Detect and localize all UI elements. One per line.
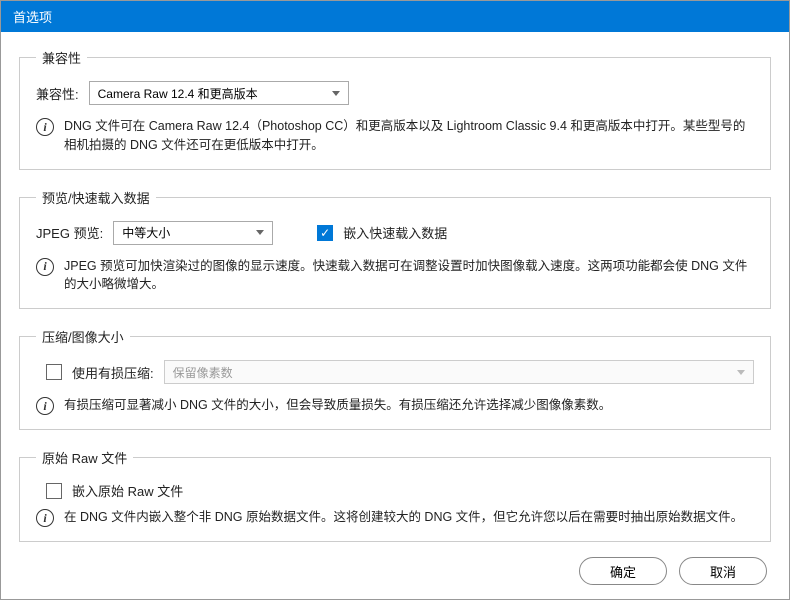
lossy-compression-checkbox[interactable] xyxy=(46,364,62,380)
ok-button[interactable]: 确定 xyxy=(579,557,667,585)
compression-group: 压缩/图像大小 使用有损压缩: 保留像素数 i 有损压缩可显著减小 DNG 文件… xyxy=(19,327,771,430)
pixel-count-value: 保留像素数 xyxy=(173,364,233,381)
compression-info: 有损压缩可显著减小 DNG 文件的大小，但会导致质量损失。有损压缩还允许选择减少… xyxy=(64,396,611,415)
cancel-button[interactable]: 取消 xyxy=(679,557,767,585)
compatibility-group: 兼容性 兼容性: Camera Raw 12.4 和更高版本 i DNG 文件可… xyxy=(19,48,771,170)
embed-raw-label: 嵌入原始 Raw 文件 xyxy=(72,481,183,500)
lossy-compression-label: 使用有损压缩: xyxy=(72,363,154,382)
compatibility-info: DNG 文件可在 Camera Raw 12.4（Photoshop CC）和更… xyxy=(64,117,754,155)
compression-legend: 压缩/图像大小 xyxy=(36,327,130,346)
titlebar: 首选项 xyxy=(1,1,789,32)
info-icon: i xyxy=(36,509,54,527)
raw-legend: 原始 Raw 文件 xyxy=(36,448,133,467)
pixel-count-select: 保留像素数 xyxy=(164,360,754,384)
preview-legend: 预览/快速载入数据 xyxy=(36,188,156,207)
dialog-content: 兼容性 兼容性: Camera Raw 12.4 和更高版本 i DNG 文件可… xyxy=(1,32,789,551)
preview-group: 预览/快速载入数据 JPEG 预览: 中等大小 ✓ 嵌入快速载入数据 i JPE… xyxy=(19,188,771,310)
compatibility-select[interactable]: Camera Raw 12.4 和更高版本 xyxy=(89,81,349,105)
jpeg-preview-select[interactable]: 中等大小 xyxy=(113,221,273,245)
embed-fastload-checkbox[interactable]: ✓ xyxy=(317,225,333,241)
window-title: 首选项 xyxy=(13,10,52,25)
chevron-down-icon xyxy=(737,370,745,375)
chevron-down-icon xyxy=(256,230,264,235)
dialog-buttons: 确定 取消 xyxy=(1,551,789,599)
jpeg-preview-label: JPEG 预览: xyxy=(36,223,103,242)
jpeg-preview-value: 中等大小 xyxy=(122,224,170,241)
info-icon: i xyxy=(36,258,54,276)
info-icon: i xyxy=(36,118,54,136)
preview-info: JPEG 预览可加快渲染过的图像的显示速度。快速载入数据可在调整设置时加快图像载… xyxy=(64,257,754,295)
info-icon: i xyxy=(36,397,54,415)
embed-fastload-label: 嵌入快速载入数据 xyxy=(343,223,447,242)
raw-info: 在 DNG 文件内嵌入整个非 DNG 原始数据文件。这将创建较大的 DNG 文件… xyxy=(64,508,743,527)
chevron-down-icon xyxy=(332,91,340,96)
compatibility-legend: 兼容性 xyxy=(36,48,87,67)
compatibility-label: 兼容性: xyxy=(36,84,79,103)
preferences-dialog: 首选项 兼容性 兼容性: Camera Raw 12.4 和更高版本 i DNG… xyxy=(0,0,790,600)
check-icon: ✓ xyxy=(320,227,330,239)
raw-group: 原始 Raw 文件 嵌入原始 Raw 文件 i 在 DNG 文件内嵌入整个非 D… xyxy=(19,448,771,542)
embed-raw-checkbox[interactable] xyxy=(46,483,62,499)
compatibility-value: Camera Raw 12.4 和更高版本 xyxy=(98,85,258,102)
